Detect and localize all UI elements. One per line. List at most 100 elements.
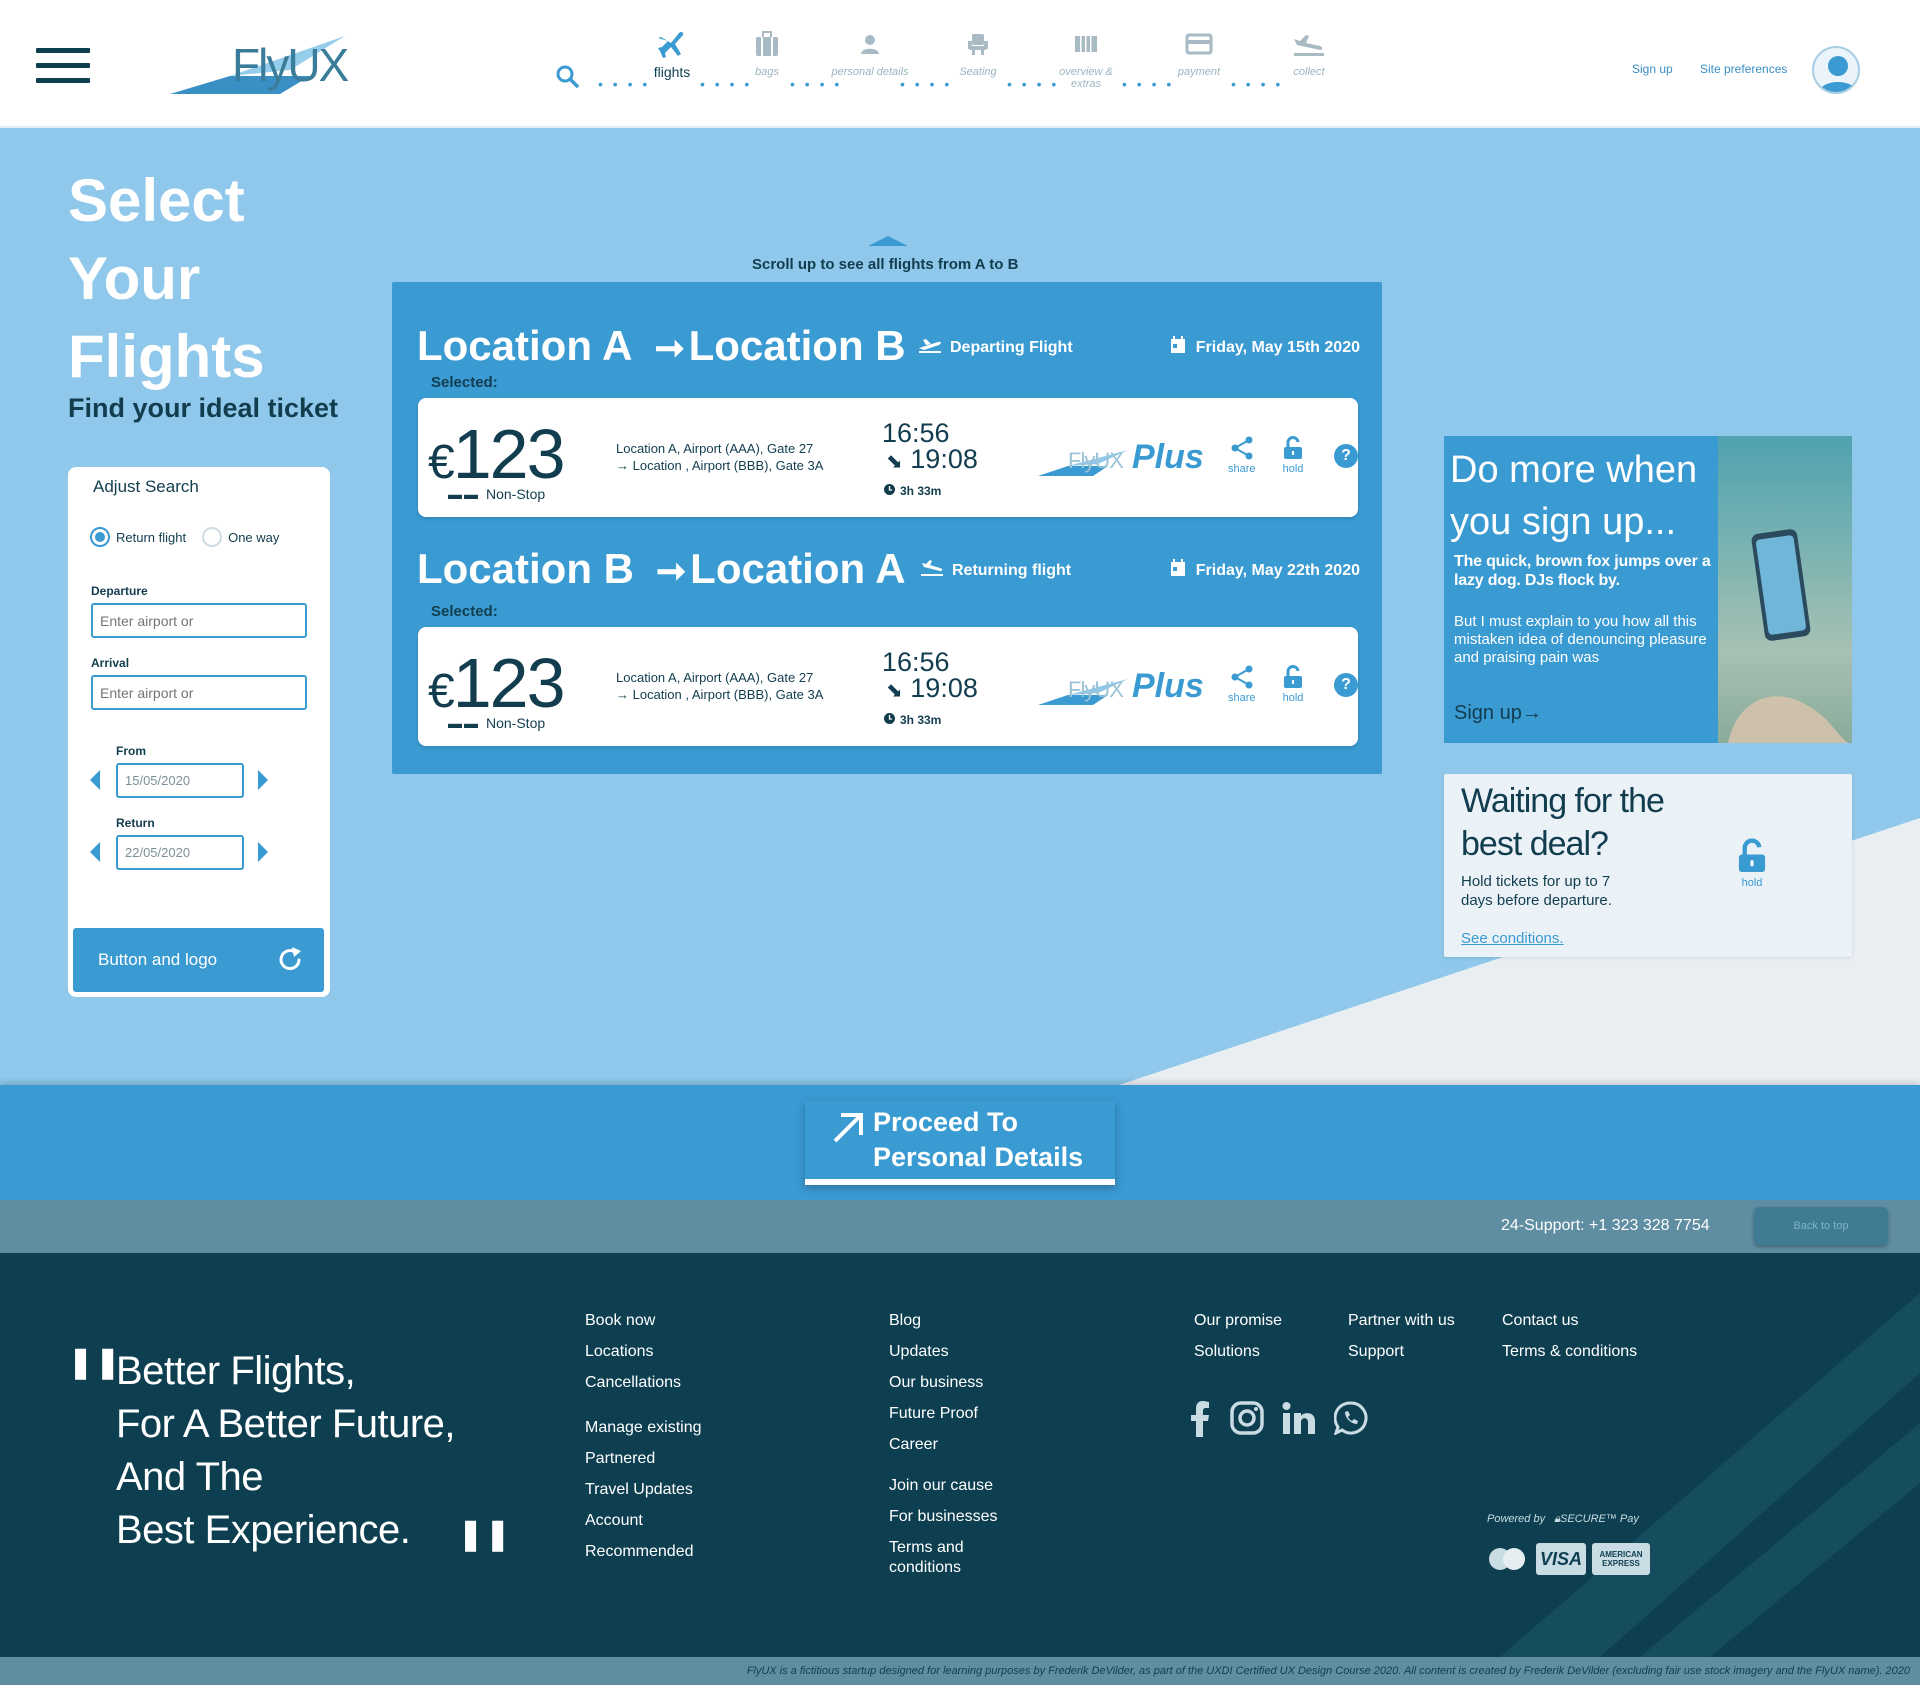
search-icon[interactable] [555,64,579,93]
step-flights[interactable]: flights [632,26,712,79]
step-personal-details[interactable]: personal details [830,26,910,78]
sign-up-link[interactable]: Sign up [1632,62,1673,76]
departure-input[interactable] [91,603,307,638]
leg-route: Location A ➞Location B [417,322,906,370]
whatsapp-icon[interactable] [1333,1401,1368,1442]
top-header: FlyUX • • • • flights • • • • bags • • •… [0,0,1920,128]
return-flight-radio[interactable] [90,527,110,547]
footer-link[interactable]: Contact us [1502,1305,1637,1336]
flight-duration: 3h 33m [884,484,941,498]
flight-card[interactable]: €123 ▬▬ Non-Stop Location A, Airport (AAA… [418,398,1358,517]
airport-origin: Location A, Airport (AAA), Gate 27 [616,441,814,456]
proceed-personal-details-button[interactable]: Proceed To Personal Details [805,1101,1115,1185]
footer-link[interactable]: Travel Updates [585,1474,702,1505]
footer-link[interactable]: Future Proof [889,1398,998,1429]
footer-link[interactable]: Support [1348,1336,1455,1367]
share-icon [1231,436,1253,460]
duration-text: 3h 33m [900,713,942,727]
promo-text: But I must explain to you how all this m… [1454,613,1707,666]
instagram-icon[interactable] [1230,1401,1264,1442]
luggage-icon [727,26,807,62]
one-way-radio[interactable] [202,527,223,547]
tagline-line: Better Flights, [116,1349,356,1393]
hold-button[interactable]: hold [1282,435,1304,475]
share-button[interactable]: share [1228,665,1256,704]
selected-label: Selected: [431,374,498,391]
tagline-line: For A Better Future, [116,1402,456,1446]
stops-text: Non-Stop [486,486,546,502]
booking-progress-steps: • • • • flights • • • • bags • • • • per… [555,26,1335,106]
departing-plane-icon [918,336,942,359]
back-to-top-button[interactable]: Back to top [1754,1207,1888,1245]
footer-link[interactable]: Terms & conditions [1502,1336,1637,1367]
step-payment[interactable]: payment [1159,26,1239,78]
footer-link[interactable]: Account [585,1505,702,1536]
step-seating[interactable]: Seating [938,26,1018,78]
footer-link[interactable]: Updates [889,1336,998,1367]
route-origin: Location A [417,322,633,369]
step-collect[interactable]: collect [1269,26,1349,78]
footer-link[interactable]: Our business [889,1367,998,1398]
footer-link[interactable]: Terms and conditions [889,1538,979,1578]
footer-link[interactable]: Solutions [1194,1336,1282,1367]
user-avatar-icon[interactable] [1812,46,1860,94]
see-conditions-link[interactable]: See conditions. [1461,930,1564,947]
proceed-label: Proceed To Personal Details [873,1105,1083,1175]
unlock-icon [1284,664,1302,688]
help-icon[interactable]: ? [1334,444,1358,468]
footer-link[interactable]: Locations [585,1336,702,1367]
route-arrow-icon: ➞ [654,327,685,368]
footer-link[interactable]: Book now [585,1305,702,1336]
footer-link[interactable]: Our promise [1194,1305,1282,1336]
footer-column: Partner with us Support [1348,1305,1455,1367]
flight-card[interactable]: €123 ▬▬ Non-Stop Location A, Airport (AAA… [418,627,1358,746]
from-date-input[interactable] [116,763,244,798]
scroll-up-caret-icon[interactable] [868,236,908,246]
footer-link[interactable]: Partner with us [1348,1305,1455,1336]
return-date-next-arrow-icon[interactable] [258,842,268,862]
hold-button[interactable]: hold [1282,664,1304,704]
support-phone: 24-Support: +1 323 328 7754 [1501,1217,1710,1234]
leg-route: Location B ➞Location A [417,545,906,593]
share-button[interactable]: share [1228,436,1256,475]
adjust-search-panel: Adjust Search Return flight One way Depa… [68,467,330,997]
landing-icon: ⬊ [886,451,903,473]
powered-by: Powered by 🔒︎SECURE™ Pay [1487,1513,1639,1526]
facebook-icon[interactable] [1188,1401,1212,1442]
footer-link[interactable]: For businesses [889,1501,998,1532]
hold-deal-button[interactable]: hold [1736,838,1768,889]
promo-sign-up-link[interactable]: Sign up→ [1454,702,1542,725]
footer-tagline: Better Flights, For A Better Future, And… [116,1345,456,1557]
return-date-input[interactable] [116,835,244,870]
step-bags[interactable]: bags [727,26,807,78]
unlock-icon [1738,838,1766,872]
footer-link[interactable]: Career [889,1429,998,1460]
from-date-next-arrow-icon[interactable] [258,770,268,790]
step-overview-extras[interactable]: overview & extras [1046,26,1126,90]
flyux-logo[interactable]: FlyUX [170,30,350,96]
hamburger-menu-icon[interactable] [36,48,90,86]
footer-link[interactable]: Partnered [585,1443,702,1474]
quote-close-icon: ❚❚ [458,1518,513,1551]
quote-open-icon: ❚❚ [68,1346,123,1379]
phone-in-hand-image [1718,436,1852,743]
tagline-line: Best Experience. [116,1508,411,1552]
arrival-label: Arrival [91,656,130,670]
footer-link[interactable]: Manage existing [585,1412,702,1443]
title-line: Flights [68,323,265,390]
from-date-prev-arrow-icon[interactable] [90,770,100,790]
footer-link[interactable]: Join our cause [889,1470,998,1501]
return-date-prev-arrow-icon[interactable] [90,842,100,862]
update-search-button[interactable]: Button and logo [73,928,324,992]
footer-link[interactable]: Cancellations [585,1367,702,1398]
flight-date-text: Friday, May 15th 2020 [1195,338,1360,356]
arrival-input[interactable] [91,675,307,710]
step-label: collect [1293,66,1325,78]
site-preferences-link[interactable]: Site preferences [1700,62,1787,76]
help-icon[interactable]: ? [1334,673,1358,697]
footer-link[interactable]: Blog [889,1305,998,1336]
hold-label: hold [1282,463,1304,475]
footer-link[interactable]: Recommended [585,1536,702,1567]
title-line: Your [68,245,201,312]
linkedin-icon[interactable] [1282,1401,1316,1442]
